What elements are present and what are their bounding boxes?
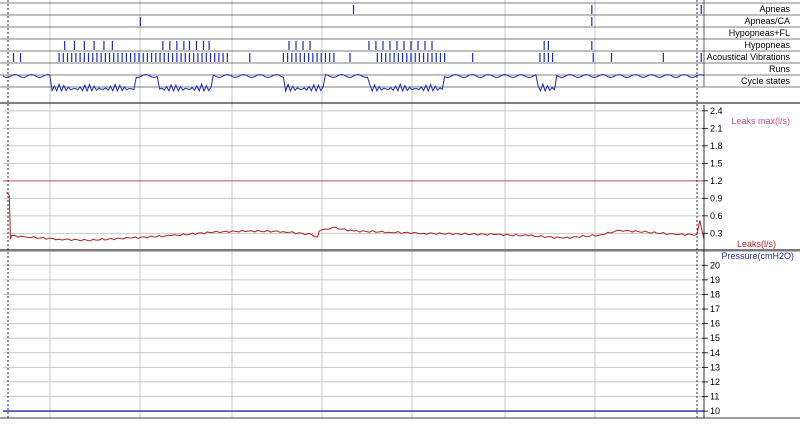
- track-label-0: Apneas: [759, 4, 790, 14]
- leaks-max-series-label: Leaks max(l/s): [731, 116, 790, 126]
- pressure-tick-label: 16: [710, 319, 720, 329]
- track-label-4: Acoustical Vibrations: [707, 52, 791, 62]
- pressure-tick-label: 11: [710, 392, 719, 402]
- leaks-tick-label: 2.1: [710, 123, 723, 133]
- pressure-tick-label: 20: [710, 260, 720, 270]
- panel-separator-thick: [0, 249, 800, 252]
- pressure-tick-label: 15: [710, 333, 720, 343]
- pressure-tick-label: 18: [710, 289, 720, 299]
- leaks-tick-label: 1.2: [710, 176, 723, 186]
- leaks-tick-label: 1.8: [710, 141, 723, 151]
- sleep-report-chart: Apneas Apneas/CA Hypopneas+FL Hypopneas Acou…: [0, 0, 800, 419]
- leaks-tick-label: 0.3: [710, 228, 723, 238]
- leaks-tick-label: 0.6: [710, 211, 723, 221]
- track-label-2: Hypopneas+FL: [729, 28, 790, 38]
- pressure-tick-label: 12: [710, 377, 720, 387]
- track-label-5: Runs: [769, 64, 791, 74]
- leaks-tick-label: 1.5: [710, 158, 723, 168]
- pressure-tick-label: 10: [710, 406, 720, 416]
- track-label-3: Hypopneas: [744, 40, 790, 50]
- leaks-tick-label: 0.9: [710, 193, 723, 203]
- track-label-6: Cycle states: [741, 76, 791, 86]
- cycle-states-trace: [2, 73, 705, 93]
- leaks-series-label: Leaks(l/s): [737, 239, 776, 249]
- leaks-tick-label: 2.4: [710, 106, 723, 116]
- track-label-1: Apneas/CA: [744, 16, 790, 26]
- pressure-tick-label: 19: [710, 275, 720, 285]
- pressure-tick-label: 17: [710, 304, 720, 314]
- pressure-tick-label: 14: [710, 348, 720, 358]
- pressure-series-label: Pressure(cmH2O): [721, 251, 794, 261]
- pressure-tick-label: 13: [710, 362, 720, 372]
